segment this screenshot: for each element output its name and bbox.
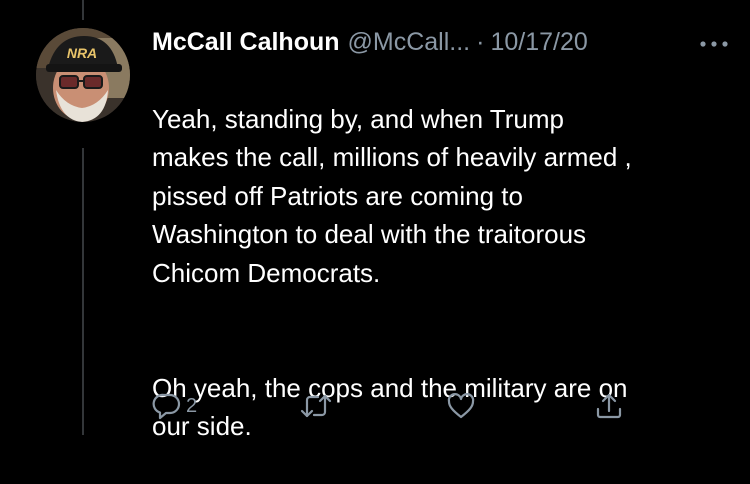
avatar-hat-logo: NRA xyxy=(67,45,97,61)
avatar[interactable]: NRA xyxy=(36,28,130,122)
thread-connector-bottom xyxy=(82,148,84,435)
heart-icon xyxy=(447,393,475,419)
author-handle[interactable]: @McCall... xyxy=(348,24,471,60)
reply-button[interactable]: 2 xyxy=(152,388,197,424)
reply-count: 2 xyxy=(186,394,198,417)
header-separator: · xyxy=(476,28,485,56)
share-icon xyxy=(596,393,622,419)
tweet-timestamp[interactable]: 10/17/20 xyxy=(490,24,587,60)
thread-connector-top xyxy=(82,0,84,20)
share-button[interactable] xyxy=(594,388,624,424)
retweet-button[interactable] xyxy=(300,388,336,424)
reply-bubble-icon xyxy=(152,393,181,420)
avatar-image: NRA xyxy=(36,28,130,122)
like-button[interactable] xyxy=(446,388,480,424)
tweet-header: McCall Calhoun @McCall... · 10/17/20 xyxy=(152,24,732,60)
tweet-actions: 2 xyxy=(152,388,632,424)
more-horizontal-icon[interactable] xyxy=(696,34,732,54)
tweet-paragraph: Yeah, standing by, and when Trump makes … xyxy=(152,103,632,288)
author-display-name[interactable]: McCall Calhoun xyxy=(152,24,340,60)
retweet-icon xyxy=(300,394,332,418)
